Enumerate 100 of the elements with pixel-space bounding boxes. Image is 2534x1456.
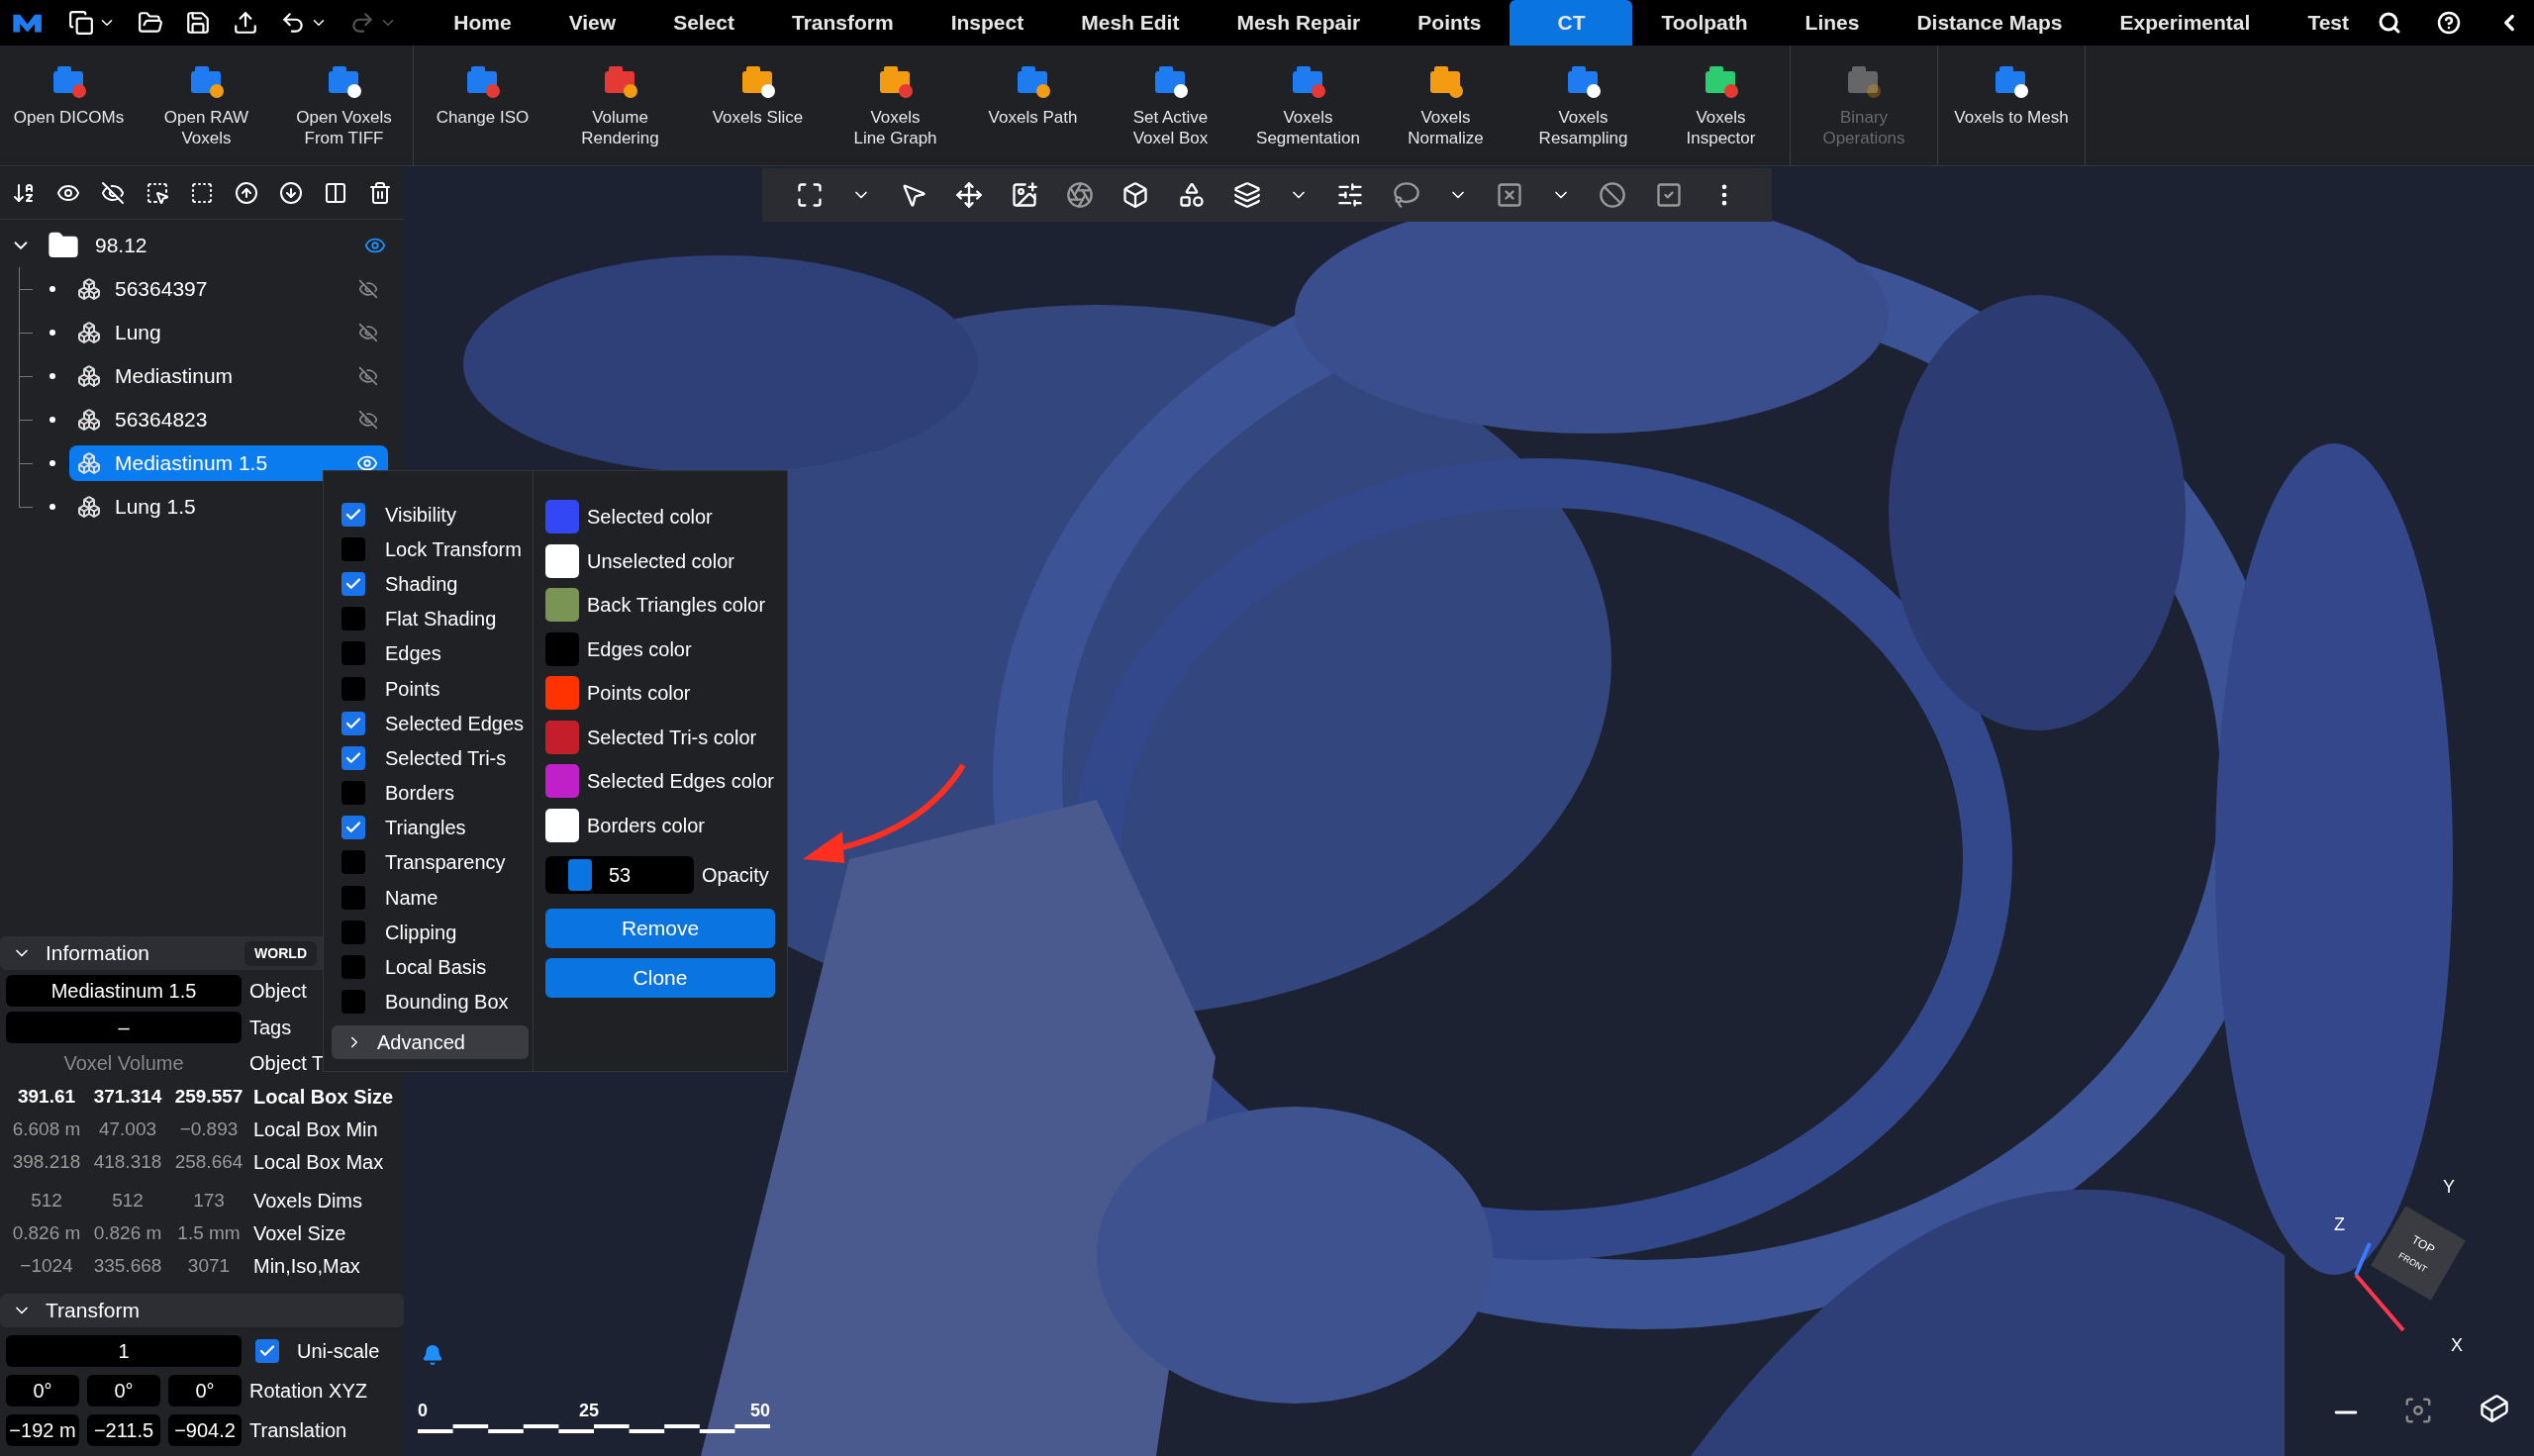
menu-tab[interactable]: Inspect — [922, 0, 1053, 46]
box-x-icon[interactable] — [1495, 181, 1523, 209]
checkbox[interactable] — [341, 816, 365, 840]
save-icon[interactable] — [185, 10, 212, 36]
export-icon[interactable] — [233, 10, 259, 36]
ban-icon[interactable] — [1599, 181, 1627, 209]
move-down-icon[interactable] — [279, 180, 303, 205]
ribbon-button[interactable]: Voxels Line Graph — [827, 46, 964, 165]
value-field[interactable]: −192 m — [6, 1414, 79, 1446]
checkbox[interactable] — [341, 850, 365, 875]
value-field[interactable]: Mediastinum 1.5 — [6, 975, 242, 1007]
help-icon[interactable] — [2437, 11, 2461, 35]
shapes-icon[interactable] — [1177, 181, 1206, 209]
color-swatch[interactable] — [545, 720, 579, 754]
coordinate-badge[interactable]: WORLD — [244, 940, 317, 966]
action-button[interactable]: Remove — [545, 909, 775, 948]
color-swatch[interactable] — [545, 676, 579, 711]
checkbox[interactable] — [341, 536, 365, 561]
checkbox[interactable] — [341, 607, 365, 631]
checkbox[interactable] — [341, 955, 365, 980]
tree-item[interactable]: Mediastinum 1.5 — [69, 445, 388, 481]
cube-icon[interactable] — [2480, 1394, 2509, 1423]
menu-tab[interactable]: Test — [2279, 0, 2378, 46]
tree-item[interactable]: Lung — [69, 315, 388, 350]
ribbon-button[interactable]: Voxels Slice — [689, 46, 827, 165]
checkbox[interactable] — [341, 641, 365, 666]
color-swatch[interactable] — [545, 808, 579, 842]
checkbox[interactable] — [341, 676, 365, 701]
focus-icon[interactable] — [2403, 1396, 2433, 1425]
checkbox[interactable] — [341, 745, 365, 770]
plane-icon[interactable] — [1336, 181, 1365, 209]
visibility-toggle[interactable] — [358, 366, 378, 386]
split-icon[interactable] — [324, 180, 347, 205]
copy-icon[interactable] — [68, 10, 95, 36]
move-up-icon[interactable] — [235, 180, 258, 205]
value-field[interactable]: 1 — [6, 1335, 242, 1367]
ribbon-button[interactable]: Set Active Voxel Box — [1102, 46, 1239, 165]
ribbon-button[interactable]: Voxels Segmentation — [1239, 46, 1377, 165]
menu-tab[interactable]: Home — [425, 0, 540, 46]
menu-tab[interactable]: CT — [1510, 0, 1633, 46]
ribbon-button[interactable]: Voxels Resampling — [1514, 46, 1652, 165]
color-swatch[interactable] — [545, 631, 579, 666]
value-field[interactable]: – — [6, 1012, 242, 1043]
checkbox[interactable] — [255, 1339, 279, 1363]
ribbon-button[interactable]: Voxels Inspector — [1652, 46, 1790, 165]
layers-icon[interactable] — [1232, 181, 1261, 209]
menu-tab[interactable]: Select — [644, 0, 763, 46]
color-swatch[interactable] — [545, 588, 579, 623]
fit-icon[interactable] — [796, 181, 825, 209]
check-square-icon[interactable] — [1654, 181, 1683, 209]
value-field[interactable]: −904.2 — [168, 1414, 242, 1446]
cube-icon[interactable] — [1121, 181, 1150, 209]
menu-tab[interactable]: Experimental — [2091, 0, 2280, 46]
menu-tab[interactable]: Transform — [763, 0, 923, 46]
menu-tab[interactable]: View — [539, 0, 645, 46]
checkbox[interactable] — [341, 990, 365, 1015]
ribbon-button[interactable]: Volume Rendering — [551, 46, 689, 165]
ribbon-button[interactable]: Voxels to Mesh — [1938, 46, 2085, 165]
checkbox[interactable] — [341, 920, 365, 944]
image-settings-icon[interactable] — [1011, 181, 1038, 209]
menu-tab[interactable]: Toolpath — [1632, 0, 1777, 46]
checkbox[interactable] — [341, 781, 365, 806]
value-field[interactable]: 0° — [6, 1375, 79, 1407]
tree-item[interactable]: 56364823 — [69, 402, 388, 437]
menu-tab[interactable]: Mesh Edit — [1052, 0, 1209, 46]
menu-tab[interactable]: Points — [1389, 0, 1511, 46]
bell-icon[interactable] — [422, 1344, 443, 1366]
tree-item[interactable]: 56364397 — [69, 271, 388, 307]
opacity-slider[interactable]: 53 — [545, 856, 694, 894]
lasso-icon[interactable] — [1392, 181, 1420, 209]
checkbox[interactable] — [341, 711, 365, 735]
checkbox[interactable] — [341, 885, 365, 910]
move-icon[interactable] — [954, 181, 983, 209]
ribbon-button[interactable]: Open RAW Voxels — [138, 46, 275, 165]
checkbox[interactable] — [341, 571, 365, 596]
action-button[interactable]: Clone — [545, 958, 775, 998]
menu-tab[interactable]: Distance Maps — [1888, 0, 2092, 46]
advanced-toggle[interactable]: Advanced — [332, 1024, 529, 1059]
select-all-icon[interactable] — [146, 180, 169, 205]
deselect-icon[interactable] — [190, 180, 214, 205]
ribbon-button[interactable]: Voxels Path — [964, 46, 1102, 165]
value-field[interactable]: 0° — [87, 1375, 160, 1407]
menu-tab[interactable]: Mesh Repair — [1208, 0, 1390, 46]
folder-icon[interactable] — [138, 10, 164, 36]
aperture-icon[interactable] — [1066, 181, 1095, 209]
section-header[interactable]: Transform — [0, 1294, 404, 1327]
color-swatch[interactable] — [545, 500, 579, 534]
ribbon-button[interactable]: Open DICOMs — [0, 46, 138, 165]
color-swatch[interactable] — [545, 764, 579, 799]
trash-icon[interactable] — [368, 180, 392, 205]
value-field[interactable]: 0° — [168, 1375, 242, 1407]
ribbon-button[interactable]: Open Voxels From TIFF — [275, 46, 413, 165]
tree-item[interactable]: 98.12 — [95, 230, 348, 261]
menu-tab[interactable]: Lines — [1776, 0, 1889, 46]
tree-item[interactable]: Mediastinum — [69, 358, 388, 394]
checkbox[interactable] — [341, 502, 365, 527]
slider-thumb[interactable] — [567, 859, 592, 891]
visibility-toggle[interactable] — [358, 323, 378, 342]
ribbon-button[interactable]: Voxels Normalize — [1377, 46, 1514, 165]
eye-closed-icon[interactable] — [101, 180, 125, 205]
